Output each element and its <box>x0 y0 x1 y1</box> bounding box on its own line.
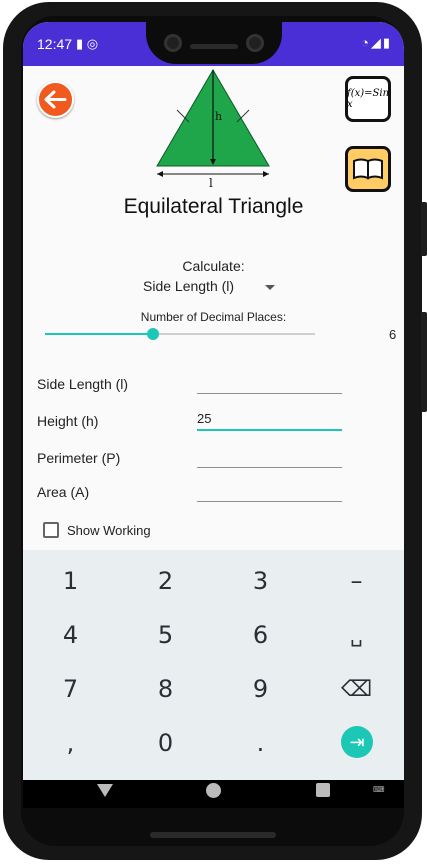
show-working-label: Show Working <box>67 523 151 538</box>
formula-button-text: f(x)=Sin x <box>347 88 390 110</box>
backspace-key[interactable]: ⌫ <box>309 662 404 716</box>
base-arrow-left <box>157 171 163 177</box>
power-button <box>421 202 427 256</box>
key-9[interactable]: 9 <box>213 662 308 716</box>
numeric-keyboard: 1 2 3 – 4 5 6 ␣ 7 8 9 ⌫ , 0 . ⇥ <box>23 550 404 780</box>
front-camera-left <box>164 34 182 52</box>
perimeter-label: Perimeter (P) <box>37 450 121 466</box>
field-row-perimeter: Perimeter (P) <box>23 446 404 472</box>
camera-notch <box>146 22 282 64</box>
decimal-places-slider[interactable] <box>45 328 315 340</box>
height-label: h <box>215 110 222 123</box>
app-content: h l f(x)=Sin x Equilateral Triangle Calc… <box>23 66 404 556</box>
formula-button[interactable]: f(x)=Sin x <box>345 76 391 122</box>
key-0[interactable]: 0 <box>118 716 213 770</box>
height-input[interactable] <box>197 409 342 431</box>
key-2[interactable]: 2 <box>118 554 213 608</box>
key-8[interactable]: 8 <box>118 662 213 716</box>
nav-recents-icon[interactable] <box>316 783 330 797</box>
status-right-icons: ◔◢▮ <box>361 35 392 51</box>
book-icon <box>353 158 383 180</box>
back-button[interactable] <box>37 81 74 118</box>
calculate-selected-value: Side Length (l) <box>143 278 235 294</box>
side-length-input[interactable] <box>197 372 342 394</box>
key-period[interactable]: . <box>213 716 308 770</box>
dropdown-caret-icon <box>265 285 275 290</box>
screen: 12:47 ▮ ◎ ◔◢▮ h l f(x)=Sin x Equilateral… <box>23 22 404 808</box>
system-nav-bar: ⌨ <box>23 780 404 808</box>
key-comma[interactable]: , <box>23 716 118 770</box>
nav-home-icon[interactable] <box>206 783 221 798</box>
side-label: l <box>209 176 213 188</box>
wifi-icon: ◔ <box>360 35 371 50</box>
nav-back-icon[interactable] <box>97 784 113 797</box>
field-row-side-length: Side Length (l) <box>23 372 404 398</box>
field-row-area: Area (A) <box>23 480 404 506</box>
area-input[interactable] <box>197 480 342 502</box>
perimeter-input[interactable] <box>197 446 342 468</box>
decimal-places-value: 6 <box>389 327 397 342</box>
show-working-checkbox[interactable] <box>43 522 59 538</box>
help-book-button[interactable] <box>345 146 391 192</box>
status-time: 12:47 <box>37 36 73 52</box>
area-label: Area (A) <box>37 484 90 500</box>
phone-bezel: 12:47 ▮ ◎ ◔◢▮ h l f(x)=Sin x Equilateral… <box>21 16 404 846</box>
key-1[interactable]: 1 <box>23 554 118 608</box>
calculate-label: Calculate: <box>182 258 245 274</box>
key-6[interactable]: 6 <box>213 608 308 662</box>
status-bar: 12:47 ▮ ◎ ◔◢▮ <box>23 22 404 66</box>
slider-fill <box>45 333 153 335</box>
signal-icon: ◢ <box>370 35 383 50</box>
base-arrow-right <box>263 171 269 177</box>
page-title: Equilateral Triangle <box>123 195 304 218</box>
bottom-speaker-grille <box>150 832 276 838</box>
slider-thumb[interactable] <box>147 328 159 340</box>
triangle-diagram: h l <box>156 69 270 188</box>
key-4[interactable]: 4 <box>23 608 118 662</box>
status-left-icons: ▮ ◎ <box>76 36 98 52</box>
volume-button <box>421 312 427 412</box>
key-space[interactable]: ␣ <box>309 608 404 662</box>
key-5[interactable]: 5 <box>118 608 213 662</box>
key-3[interactable]: 3 <box>213 554 308 608</box>
side-length-label: Side Length (l) <box>37 376 129 392</box>
battery-icon: ▮ <box>382 35 392 50</box>
key-minus[interactable]: – <box>309 554 404 608</box>
sync-icon: ◎ <box>86 36 99 51</box>
decimal-places-label: Number of Decimal Places: <box>140 310 287 324</box>
sd-card-icon: ▮ <box>76 36 84 51</box>
phone-frame: 12:47 ▮ ◎ ◔◢▮ h l f(x)=Sin x Equilateral… <box>3 2 427 860</box>
front-camera-right <box>246 34 264 52</box>
back-arrow-icon <box>44 90 67 109</box>
next-key[interactable]: ⇥ <box>341 726 373 758</box>
calculate-dropdown[interactable]: Side Length (l) <box>143 278 283 298</box>
height-field-label: Height (h) <box>37 413 99 429</box>
key-7[interactable]: 7 <box>23 662 118 716</box>
keyboard-switch-icon[interactable]: ⌨ <box>373 785 389 795</box>
earpiece-speaker <box>190 44 238 49</box>
field-row-height: Height (h) <box>23 409 404 435</box>
